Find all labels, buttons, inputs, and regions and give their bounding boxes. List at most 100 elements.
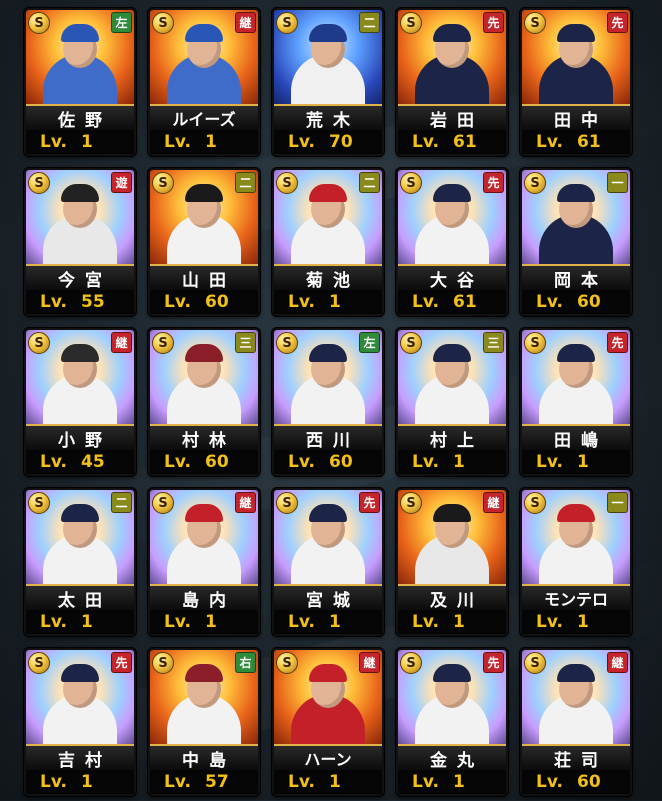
level-bar: Lv. 55 xyxy=(26,290,134,314)
player-card[interactable]: S 継及川 Lv. 1 xyxy=(396,488,508,636)
player-name: 太田 xyxy=(26,584,134,611)
level-label: Lv. xyxy=(536,772,563,792)
player-card-grid: S 左佐野 Lv. 1 S 継ルイーズ Lv. 1 S 二荒木 Lv. 70 S 先岩田 Lv. 61 S 先田中… xyxy=(24,8,632,796)
position-badge: 継 xyxy=(359,652,380,673)
player-name: 村上 xyxy=(398,424,506,451)
position-badge: 先 xyxy=(483,172,504,193)
rarity-s-icon: S xyxy=(152,652,174,674)
player-card[interactable]: S 二菊池 Lv. 1 xyxy=(272,168,384,316)
level-label: Lv. xyxy=(164,452,191,472)
rarity-s-icon: S xyxy=(276,12,298,34)
level-label: Lv. xyxy=(40,772,67,792)
rarity-s-icon: S xyxy=(152,492,174,514)
level-bar: Lv. 60 xyxy=(150,450,258,474)
level-value: 61 xyxy=(453,132,477,152)
player-card[interactable]: S 先宮城 Lv. 1 xyxy=(272,488,384,636)
player-card[interactable]: S 継荘司 Lv. 60 xyxy=(520,648,632,796)
rarity-s-icon: S xyxy=(28,332,50,354)
player-card[interactable]: S 一岡本 Lv. 60 xyxy=(520,168,632,316)
level-value: 1 xyxy=(577,452,589,472)
level-bar: Lv. 1 xyxy=(274,610,382,634)
level-label: Lv. xyxy=(412,612,439,632)
level-label: Lv. xyxy=(288,292,315,312)
level-bar: Lv. 1 xyxy=(274,770,382,794)
player-name: 菊池 xyxy=(274,264,382,291)
player-card[interactable]: S 先大谷 Lv. 61 xyxy=(396,168,508,316)
rarity-s-icon: S xyxy=(152,12,174,34)
player-card[interactable]: S 二荒木 Lv. 70 xyxy=(272,8,384,156)
player-card[interactable]: S 継ハーン Lv. 1 xyxy=(272,648,384,796)
player-card[interactable]: S 継島内 Lv. 1 xyxy=(148,488,260,636)
player-name: 田嶋 xyxy=(522,424,630,451)
position-badge: 継 xyxy=(235,492,256,513)
level-value: 60 xyxy=(205,452,229,472)
player-card[interactable]: S 二山田 Lv. 60 xyxy=(148,168,260,316)
player-name: ルイーズ xyxy=(150,104,258,130)
player-card[interactable]: S 左西川 Lv. 60 xyxy=(272,328,384,476)
level-value: 1 xyxy=(205,612,217,632)
player-card[interactable]: S 左佐野 Lv. 1 xyxy=(24,8,136,156)
player-card[interactable]: S 継ルイーズ Lv. 1 xyxy=(148,8,260,156)
player-card[interactable]: S 三村上 Lv. 1 xyxy=(396,328,508,476)
level-value: 45 xyxy=(81,452,105,472)
player-name: 西川 xyxy=(274,424,382,451)
rarity-s-icon: S xyxy=(400,492,422,514)
level-label: Lv. xyxy=(288,612,315,632)
position-badge: 三 xyxy=(235,332,256,353)
level-bar: Lv. 57 xyxy=(150,770,258,794)
player-cap xyxy=(61,24,99,42)
level-value: 61 xyxy=(453,292,477,312)
rarity-s-icon: S xyxy=(524,12,546,34)
player-card[interactable]: S 右中島 Lv. 57 xyxy=(148,648,260,796)
player-cap xyxy=(185,184,223,202)
player-card[interactable]: S 先田嶋 Lv. 1 xyxy=(520,328,632,476)
player-name: 荘司 xyxy=(522,744,630,771)
player-card[interactable]: S 先岩田 Lv. 61 xyxy=(396,8,508,156)
position-badge: 二 xyxy=(235,172,256,193)
rarity-s-icon: S xyxy=(152,172,174,194)
player-card[interactable]: S 先金丸 Lv. 1 xyxy=(396,648,508,796)
player-name: 佐野 xyxy=(26,104,134,131)
level-value: 1 xyxy=(81,612,93,632)
level-bar: Lv. 61 xyxy=(522,130,630,154)
level-label: Lv. xyxy=(536,132,563,152)
player-card[interactable]: S 一モンテロ Lv. 1 xyxy=(520,488,632,636)
level-value: 1 xyxy=(81,772,93,792)
rarity-s-icon: S xyxy=(152,332,174,354)
player-card[interactable]: S 継小野 Lv. 45 xyxy=(24,328,136,476)
player-name: 吉村 xyxy=(26,744,134,771)
level-bar: Lv. 1 xyxy=(398,610,506,634)
level-label: Lv. xyxy=(164,132,191,152)
level-bar: Lv. 1 xyxy=(398,770,506,794)
position-badge: 左 xyxy=(359,332,380,353)
player-cap xyxy=(433,504,471,522)
player-card[interactable]: S 先田中 Lv. 61 xyxy=(520,8,632,156)
rarity-s-icon: S xyxy=(28,492,50,514)
level-bar: Lv. 1 xyxy=(26,770,134,794)
player-card[interactable]: S 二太田 Lv. 1 xyxy=(24,488,136,636)
position-badge: 一 xyxy=(607,492,628,513)
level-value: 70 xyxy=(329,132,353,152)
level-value: 60 xyxy=(577,772,601,792)
player-name: 岩田 xyxy=(398,104,506,131)
level-value: 1 xyxy=(577,612,589,632)
rarity-s-icon: S xyxy=(276,332,298,354)
player-name: 大谷 xyxy=(398,264,506,291)
rarity-s-icon: S xyxy=(524,172,546,194)
position-badge: 遊 xyxy=(111,172,132,193)
level-label: Lv. xyxy=(412,292,439,312)
position-badge: 先 xyxy=(607,12,628,33)
level-value: 1 xyxy=(329,292,341,312)
position-badge: 先 xyxy=(607,332,628,353)
player-card[interactable]: S 遊今宮 Lv. 55 xyxy=(24,168,136,316)
player-card[interactable]: S 先吉村 Lv. 1 xyxy=(24,648,136,796)
player-card[interactable]: S 三村林 Lv. 60 xyxy=(148,328,260,476)
position-badge: 二 xyxy=(359,12,380,33)
player-cap xyxy=(557,184,595,202)
level-label: Lv. xyxy=(288,452,315,472)
player-cap xyxy=(309,344,347,362)
level-label: Lv. xyxy=(288,132,315,152)
player-cap xyxy=(309,24,347,42)
position-badge: 継 xyxy=(111,332,132,353)
player-cap xyxy=(309,184,347,202)
